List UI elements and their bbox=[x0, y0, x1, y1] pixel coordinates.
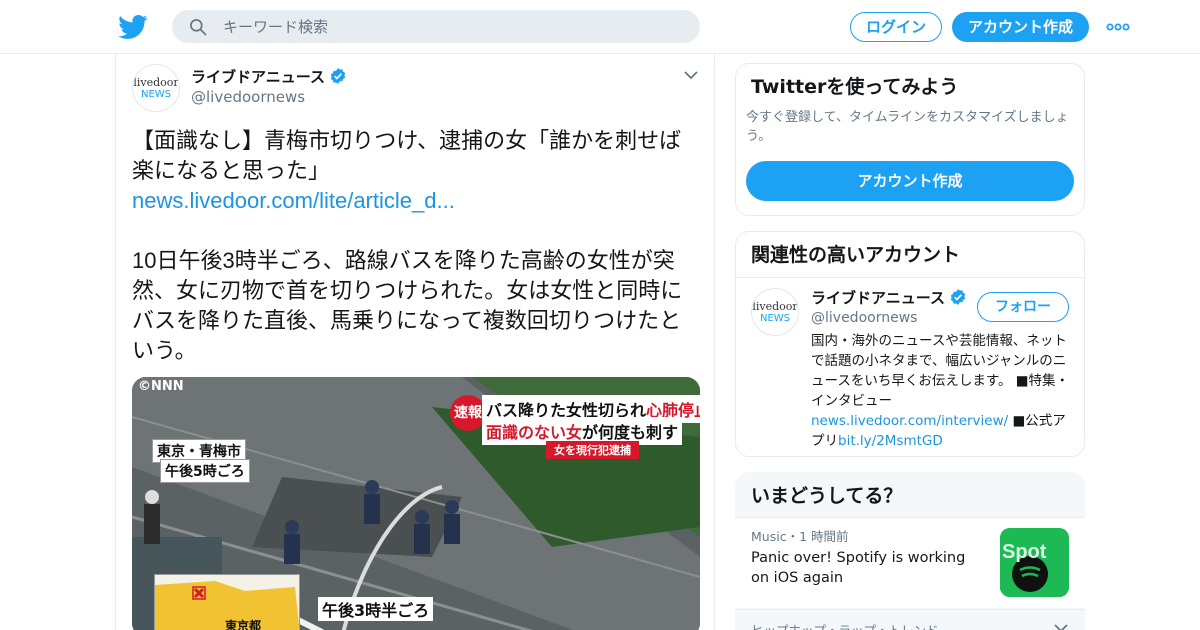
avatar-logo-subtext: NEWS bbox=[140, 89, 172, 100]
avatar[interactable]: livedoor NEWS bbox=[132, 64, 180, 112]
verified-badge-icon bbox=[330, 68, 346, 84]
related-account-avatar[interactable]: livedoor NEWS bbox=[751, 288, 799, 336]
trend-item[interactable]: Music・1 時間前 Panic over! Spotify is worki… bbox=[735, 518, 1085, 608]
trend-thumbnail: Spot bbox=[1000, 528, 1069, 597]
breaking-headline: 速報 バス降りた女性切られ心肺停止 面識のない女が何度も刺す 女を現行犯逮捕 bbox=[450, 391, 700, 459]
avatar-logo-text: livedoor bbox=[752, 300, 798, 313]
caption-time: 午後5時ごろ bbox=[160, 459, 250, 483]
bio-link-interview[interactable]: news.livedoor.com/interview/ bbox=[811, 413, 1008, 429]
related-account-handle[interactable]: @livedoornews bbox=[811, 308, 917, 328]
headline-2-text: が何度も刺す bbox=[582, 423, 679, 442]
twitter-bird-icon[interactable] bbox=[118, 12, 148, 42]
tweet-link[interactable]: news.livedoor.com/lite/article_d... bbox=[132, 188, 455, 213]
related-account-name-text: ライブドアニュース bbox=[811, 289, 945, 307]
tweet-text-line-2: 10日午後3時半ごろ、路線バスを降りた高齢の女性が突然、女に刃物で首を切りつけら… bbox=[132, 248, 683, 363]
author-handle[interactable]: @livedoornews bbox=[191, 87, 305, 107]
signup-card: Twitterを使ってみよう 今すぐ登録して、タイムラインをカスタマイズしましょ… bbox=[735, 63, 1085, 216]
headline-line-3: 女を現行犯逮捕 bbox=[546, 441, 639, 459]
tweet: livedoor NEWS ライブドアニュース @livedoornews 【面… bbox=[115, 54, 715, 630]
location-map: 東京都 bbox=[154, 574, 300, 630]
author-name[interactable]: ライブドアニュース bbox=[191, 67, 347, 87]
chevron-down-icon[interactable] bbox=[1053, 622, 1069, 630]
verified-badge-icon bbox=[950, 289, 966, 305]
trends-title: いまどうしてる？ bbox=[751, 485, 903, 507]
related-account-bio: 国内・海外のニュースや芸能情報、ネットで話題の小ネタまで、幅広いジャンルのニュー… bbox=[811, 331, 1073, 451]
watermark: ©NNN bbox=[138, 379, 184, 394]
more-dots-icon[interactable] bbox=[1106, 19, 1130, 35]
related-accounts-card: 関連性の高いアカウント livedoor NEWS ライブドアニュース @liv… bbox=[735, 231, 1085, 457]
trend-title: Panic over! Spotify is working on iOS ag… bbox=[751, 550, 966, 586]
trends-card: いまどうしてる？ Music・1 時間前 Panic over! Spotify… bbox=[735, 472, 1085, 630]
chevron-down-icon[interactable] bbox=[683, 68, 699, 82]
tweet-media-image[interactable]: ©NNN 東京・青梅市 午後5時ごろ 速報 バス降りた女性切られ心肺停止 面識の… bbox=[132, 377, 700, 630]
avatar-logo-subtext: NEWS bbox=[759, 313, 791, 324]
search-input[interactable]: キーワード検索 bbox=[223, 17, 328, 37]
related-accounts-title: 関連性の高いアカウント bbox=[751, 244, 961, 266]
trend-meta: Music・1 時間前 bbox=[751, 529, 849, 544]
bio-text-1: 国内・海外のニュースや芸能情報、ネットで話題の小ネタまで、幅広いジャンルのニュー… bbox=[811, 333, 1070, 409]
create-account-button[interactable]: アカウント作成 bbox=[746, 161, 1074, 201]
signup-button[interactable]: アカウント作成 bbox=[952, 12, 1089, 42]
spotify-logo-text: Spot bbox=[1002, 541, 1047, 563]
top-bar: キーワード検索 ログイン アカウント作成 bbox=[0, 0, 1200, 54]
search-icon bbox=[190, 19, 207, 36]
author-name-text: ライブドアニュース bbox=[191, 68, 325, 86]
trend-meta: ヒップホップ・ラップ・トレンド bbox=[751, 620, 939, 630]
tweet-text: 【面識なし】青梅市切りつけ、逮捕の女「誰かを刺せば楽になると思った」 news.… bbox=[132, 126, 702, 366]
map-label: 東京都 bbox=[225, 619, 262, 630]
signup-card-title: Twitterを使ってみよう bbox=[751, 76, 959, 98]
follow-button[interactable]: フォロー bbox=[977, 292, 1069, 322]
login-button[interactable]: ログイン bbox=[850, 12, 942, 42]
breaking-badge: 速報 bbox=[450, 395, 486, 431]
trend-item[interactable]: ヒップホップ・ラップ・トレンド bbox=[735, 609, 1085, 630]
related-account-name[interactable]: ライブドアニュース bbox=[811, 288, 967, 308]
divider bbox=[736, 277, 1084, 278]
search-bar[interactable]: キーワード検索 bbox=[172, 10, 700, 43]
spotify-logo-icon: Spot bbox=[1000, 528, 1069, 597]
headline-2-highlight: 面識のない女 bbox=[486, 423, 583, 442]
signup-card-subtitle: 今すぐ登録して、タイムラインをカスタマイズしましょう。 bbox=[746, 110, 1069, 144]
caption-incident-time: 午後3時半ごろ bbox=[318, 597, 434, 621]
tweet-text-line-1: 【面識なし】青梅市切りつけ、逮捕の女「誰かを刺せば楽になると思った」 bbox=[132, 128, 682, 183]
bio-link-app[interactable]: bit.ly/2MsmtGD bbox=[838, 433, 943, 449]
avatar-logo-text: livedoor bbox=[133, 76, 179, 89]
